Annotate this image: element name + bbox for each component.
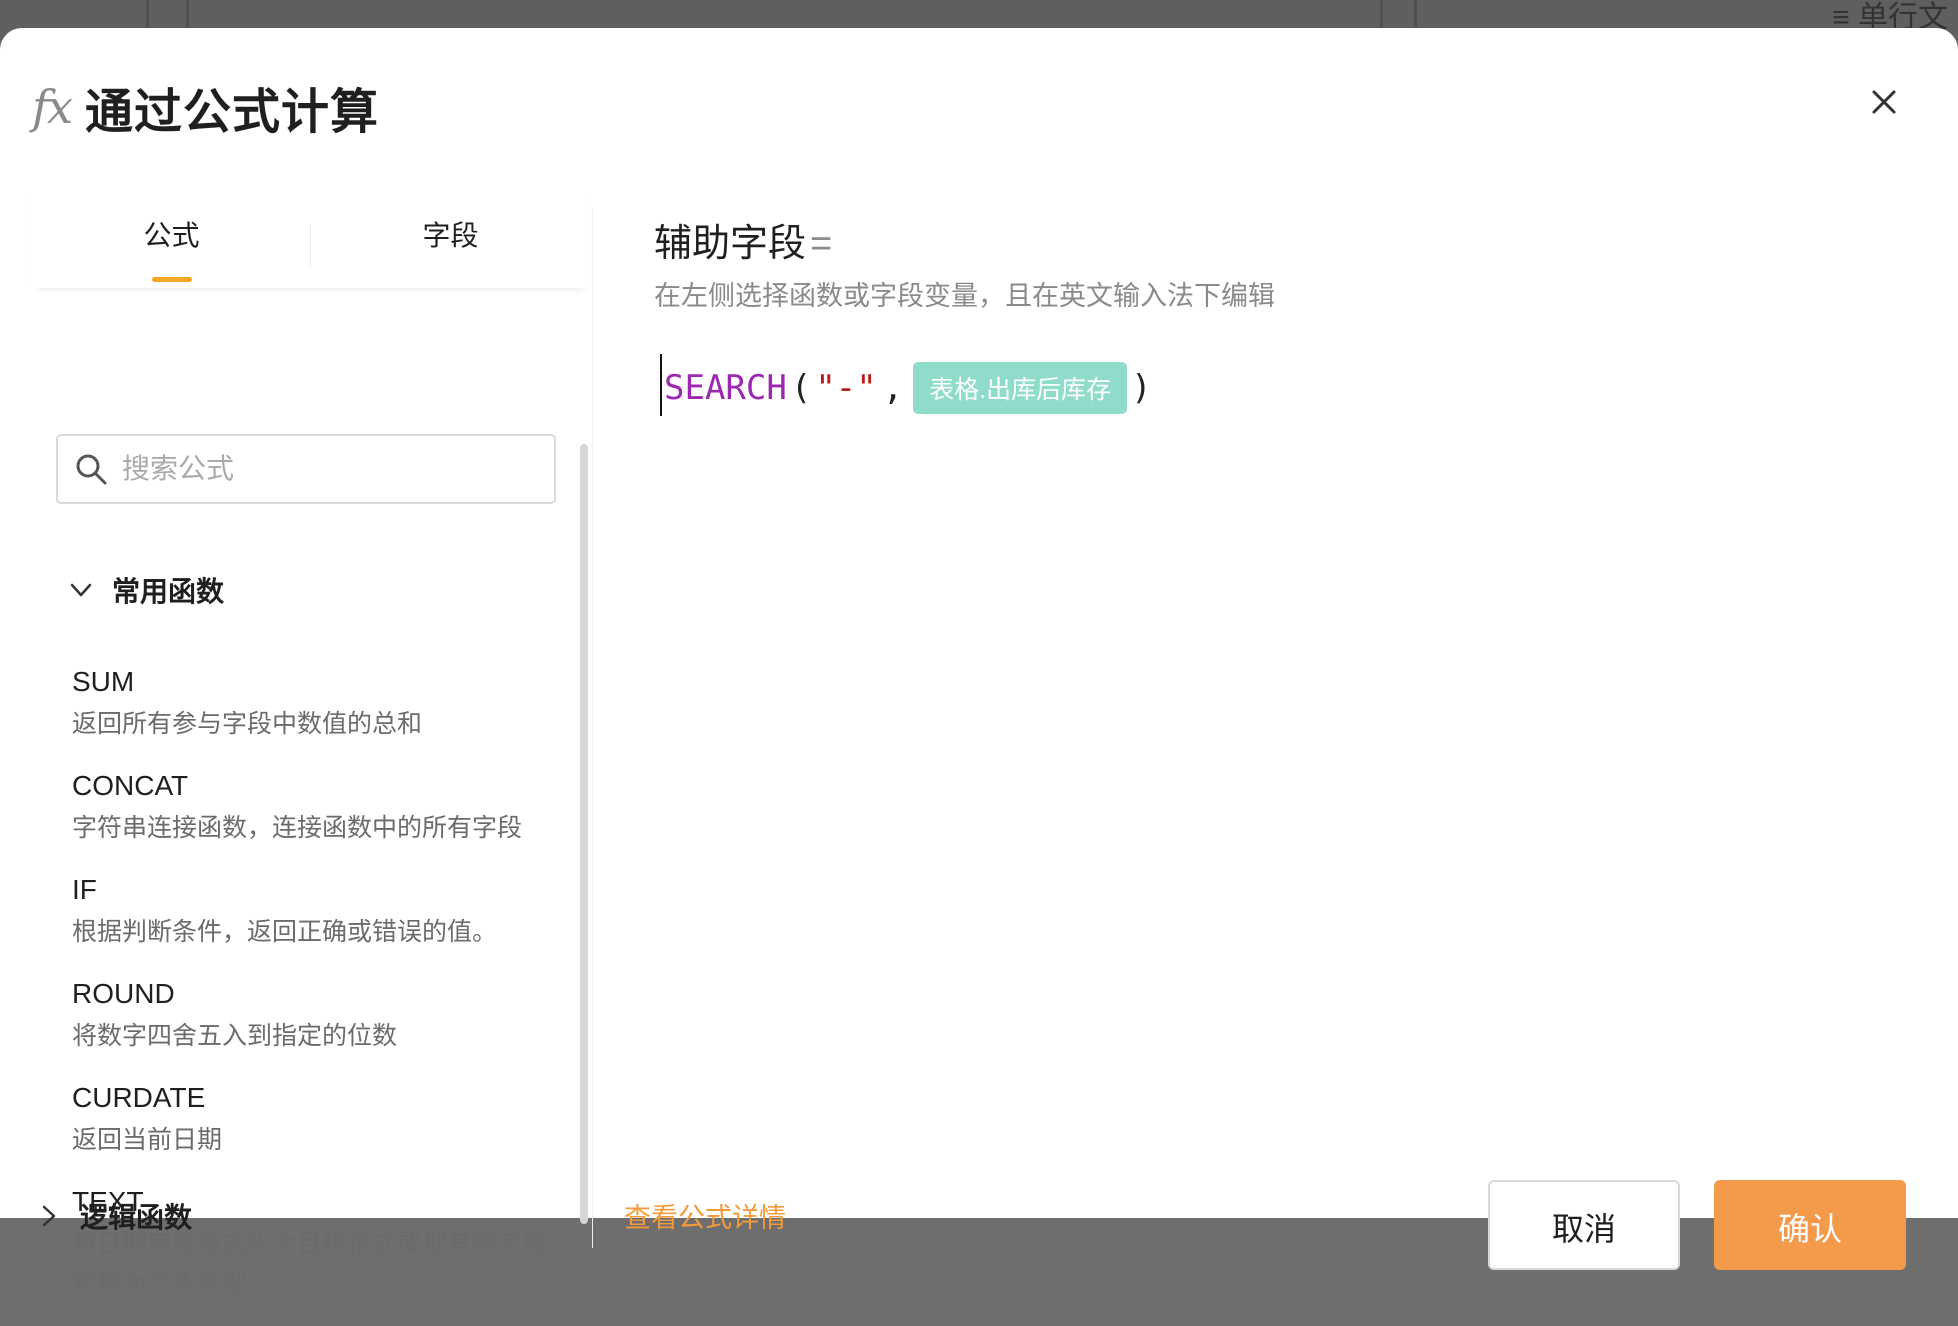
tab-field[interactable]: 字段 (311, 180, 590, 288)
formula-detail-link[interactable]: 查看公式详情 (624, 1196, 786, 1235)
close-button[interactable] (1862, 80, 1906, 124)
dialog-title: 通过公式计算 (84, 86, 379, 139)
close-icon (1872, 90, 1896, 114)
equals-sign: = (810, 223, 833, 265)
function-item-if[interactable]: IF 根据判断条件，返回正确或错误的值。 (72, 870, 562, 952)
formula-string-token: "-" (815, 368, 877, 408)
tab-label: 字段 (422, 220, 479, 251)
group-header-logic[interactable]: 逻辑函数 (34, 1196, 192, 1236)
function-name: CURDATE (72, 1082, 206, 1113)
chevron-down-icon (70, 583, 92, 597)
function-description: 将数字四舍五入到指定的位数 (72, 1022, 398, 1050)
function-item-round[interactable]: ROUND 将数字四舍五入到指定的位数 (72, 974, 562, 1056)
tab-divider (310, 224, 311, 266)
search-input[interactable] (120, 452, 524, 486)
search-box[interactable] (56, 434, 556, 504)
group-header-common[interactable]: 常用函数 (66, 570, 224, 610)
panel-divider (592, 208, 593, 1248)
function-name: ROUND (72, 978, 175, 1009)
formula-comma: , (882, 368, 904, 408)
cancel-button[interactable]: 取消 (1488, 1180, 1680, 1270)
function-item-concat[interactable]: CONCAT 字符串连接函数，连接函数中的所有字段 (72, 766, 562, 848)
function-description: 根据判断条件，返回正确或错误的值。 (72, 918, 498, 946)
fx-icon: fx (32, 80, 73, 134)
dialog-header: fx 通过公式计算 (32, 72, 379, 142)
function-description: 返回所有参与字段中数值的总和 (72, 710, 423, 738)
search-icon (76, 454, 107, 485)
formula-open-paren: ( (790, 368, 812, 408)
editor-hint: 在左侧选择函数或字段变量，且在英文输入法下编辑 (654, 281, 1275, 311)
field-variable-chip[interactable]: 表格.出库后库存 (913, 362, 1128, 414)
function-panel: 公式 字段 常用函数 SUM 返回所有参与字段中数 (32, 180, 590, 1298)
group-label: 逻辑函数 (80, 1202, 193, 1233)
confirm-button[interactable]: 确认 (1714, 1180, 1906, 1270)
formula-function-token: SEARCH (664, 368, 787, 408)
chevron-right-icon (42, 1205, 56, 1227)
target-field-label: 辅助字段 = (654, 212, 832, 267)
function-description: 字符串连接函数，连接函数中的所有字段 (72, 814, 523, 842)
formula-close-paren: ) (1131, 368, 1152, 408)
function-name: CONCAT (72, 770, 189, 801)
scrollbar[interactable] (580, 444, 588, 1224)
tab-label: 公式 (143, 220, 200, 251)
function-item-sum[interactable]: SUM 返回所有参与字段中数值的总和 (72, 662, 562, 744)
function-item-curdate[interactable]: CURDATE 返回当前日期 (72, 1078, 562, 1160)
group-label: 常用函数 (112, 576, 225, 607)
function-name: SUM (72, 666, 135, 697)
active-tab-indicator (151, 277, 192, 282)
function-description: 将日期字段格式化为目标格式或把其他字段转换为文本类型 (72, 1230, 548, 1298)
function-name: IF (72, 874, 97, 905)
formula-editor[interactable]: SEARCH ( "-" , 表格.出库后库存 ) (660, 358, 1156, 418)
formula-dialog: fx 通过公式计算 公式 字段 搜索公式 常用函数 SUM 返回所有参与字段中数… (0, 28, 1958, 1298)
function-description: 返回当前日期 (72, 1126, 223, 1154)
field-name: 辅助字段 (654, 223, 807, 265)
panel-tabs: 公式 字段 (32, 180, 590, 288)
tab-formula[interactable]: 公式 (32, 180, 311, 288)
